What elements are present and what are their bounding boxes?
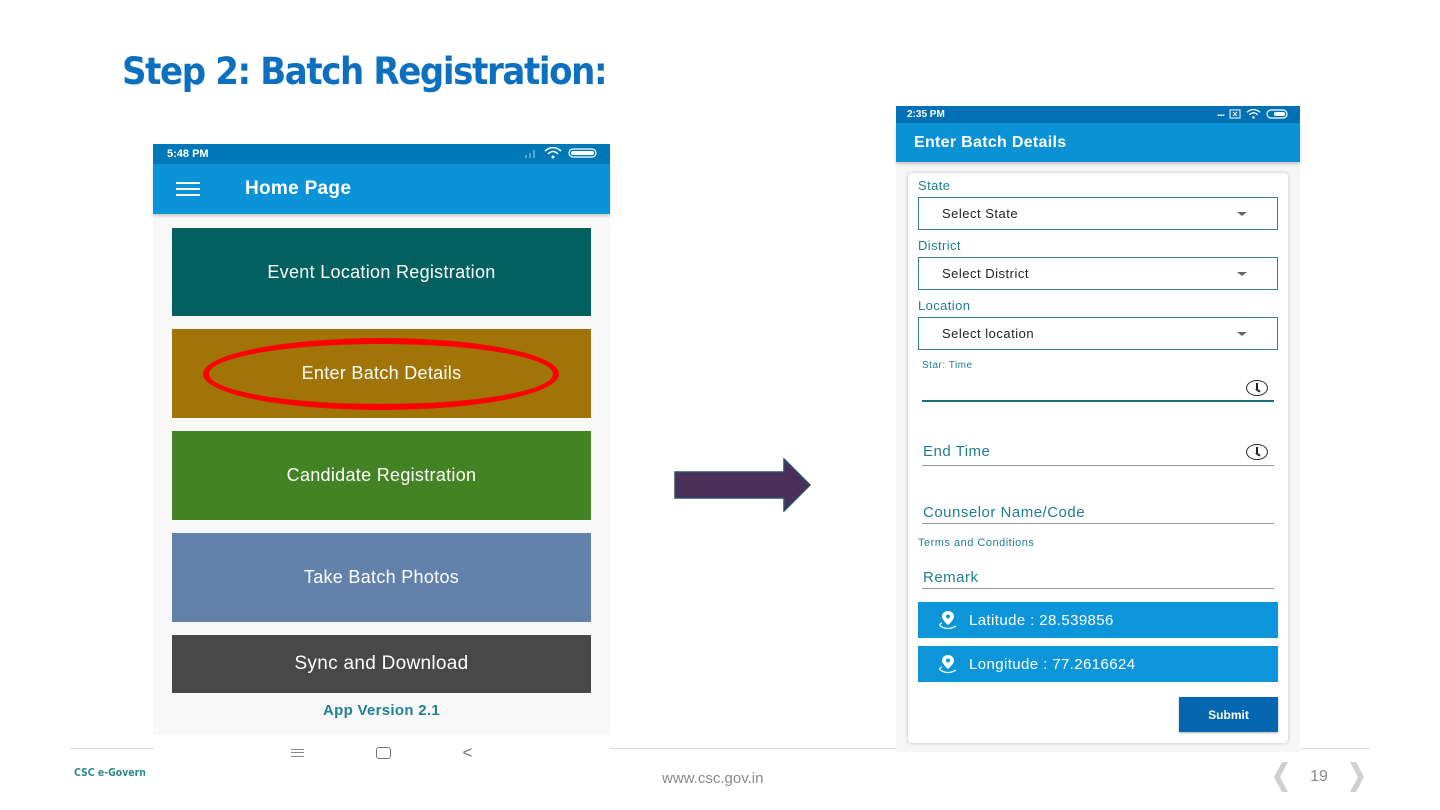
page-title: Home Page xyxy=(245,178,352,199)
app-bar: Home Page xyxy=(153,164,610,214)
counselor-placeholder: Counselor Name/Code xyxy=(923,504,1086,521)
clock-icon[interactable] xyxy=(1246,444,1268,460)
page-navigation: 19 xyxy=(1272,760,1366,794)
candidate-registration-button[interactable]: Candidate Registration xyxy=(172,431,591,520)
latitude-value: Latitude : 28.539856 xyxy=(969,611,1114,629)
start-time-label: Star: Time xyxy=(922,360,973,371)
status-bar: 5:48 PM xyxy=(153,144,610,164)
location-label: Location xyxy=(918,298,971,313)
dropdown-caret-icon xyxy=(1237,212,1247,216)
location-pin-icon xyxy=(939,655,957,674)
home-body: Event Location Registration Enter Batch … xyxy=(153,214,610,735)
end-time-placeholder: End Time xyxy=(923,443,991,460)
slide-title: Step 2: Batch Registration: xyxy=(122,50,608,93)
location-select-value: Select location xyxy=(942,326,1035,341)
longitude-display: Longitude : 77.2616624 xyxy=(918,646,1278,682)
take-batch-photos-button[interactable]: Take Batch Photos xyxy=(172,533,591,622)
batch-details-screen: 2:35 PM .... Enter Batch Details State S… xyxy=(896,106,1300,752)
status-time: 2:35 PM xyxy=(907,109,945,120)
footer-organization: CSC e-Govern xyxy=(74,766,146,779)
wifi-icon xyxy=(544,147,562,159)
district-select-value: Select District xyxy=(942,266,1029,281)
android-nav-bar: < xyxy=(153,735,610,770)
terms-and-conditions-link[interactable]: Terms and Conditions xyxy=(918,537,1034,549)
location-select[interactable]: Select location xyxy=(918,317,1278,350)
remark-input[interactable]: Remark xyxy=(922,563,1274,589)
start-time-input[interactable] xyxy=(922,373,1274,402)
battery-icon xyxy=(1266,108,1288,119)
remark-placeholder: Remark xyxy=(923,569,979,586)
app-bar: Enter Batch Details xyxy=(896,123,1300,162)
sync-and-download-button[interactable]: Sync and Download xyxy=(172,635,591,693)
location-pin-icon xyxy=(939,611,957,630)
previous-page-icon[interactable] xyxy=(1272,762,1288,792)
next-page-icon[interactable] xyxy=(1350,762,1366,792)
menu-icon[interactable] xyxy=(176,182,200,196)
footer-url[interactable]: www.csc.gov.in xyxy=(662,770,763,787)
recent-apps-icon[interactable] xyxy=(290,748,304,757)
dropdown-caret-icon xyxy=(1237,332,1247,336)
end-time-input[interactable]: End Time xyxy=(922,437,1274,466)
event-location-registration-button[interactable]: Event Location Registration xyxy=(172,228,591,316)
sim-icon xyxy=(1229,109,1241,118)
page-number: 19 xyxy=(1310,768,1328,785)
home-icon[interactable] xyxy=(375,746,391,759)
state-select-value: Select State xyxy=(942,206,1019,221)
slide: Step 2: Batch Registration: 5:48 PM Home… xyxy=(0,0,1440,810)
status-bar: 2:35 PM .... xyxy=(896,106,1300,123)
page-title: Enter Batch Details xyxy=(914,133,1067,151)
latitude-display: Latitude : 28.539856 xyxy=(918,602,1278,638)
longitude-value: Longitude : 77.2616624 xyxy=(969,655,1136,673)
state-label: State xyxy=(918,178,951,193)
battery-icon xyxy=(568,148,597,158)
state-select[interactable]: Select State xyxy=(918,197,1278,230)
batch-form: State Select State District Select Distr… xyxy=(908,173,1288,743)
counselor-input[interactable]: Counselor Name/Code xyxy=(922,498,1274,524)
enter-batch-details-button[interactable]: Enter Batch Details xyxy=(172,329,591,418)
wifi-icon xyxy=(1246,108,1261,119)
right-arrow-icon xyxy=(674,458,812,512)
home-screen: 5:48 PM Home Page Event Location Registr… xyxy=(153,144,610,770)
submit-button[interactable]: Submit xyxy=(1179,697,1278,732)
dropdown-caret-icon xyxy=(1237,272,1247,276)
back-icon[interactable]: < xyxy=(463,744,473,761)
district-label: District xyxy=(918,238,961,253)
footer-divider xyxy=(610,748,896,749)
app-version: App Version 2.1 xyxy=(322,702,441,719)
more-notifications-icon: .... xyxy=(1216,108,1225,119)
status-time: 5:48 PM xyxy=(167,148,209,160)
footer-divider xyxy=(1300,748,1370,749)
signal-icon xyxy=(525,150,535,158)
footer-divider xyxy=(70,748,154,749)
district-select[interactable]: Select District xyxy=(918,257,1278,290)
clock-icon[interactable] xyxy=(1246,380,1268,396)
